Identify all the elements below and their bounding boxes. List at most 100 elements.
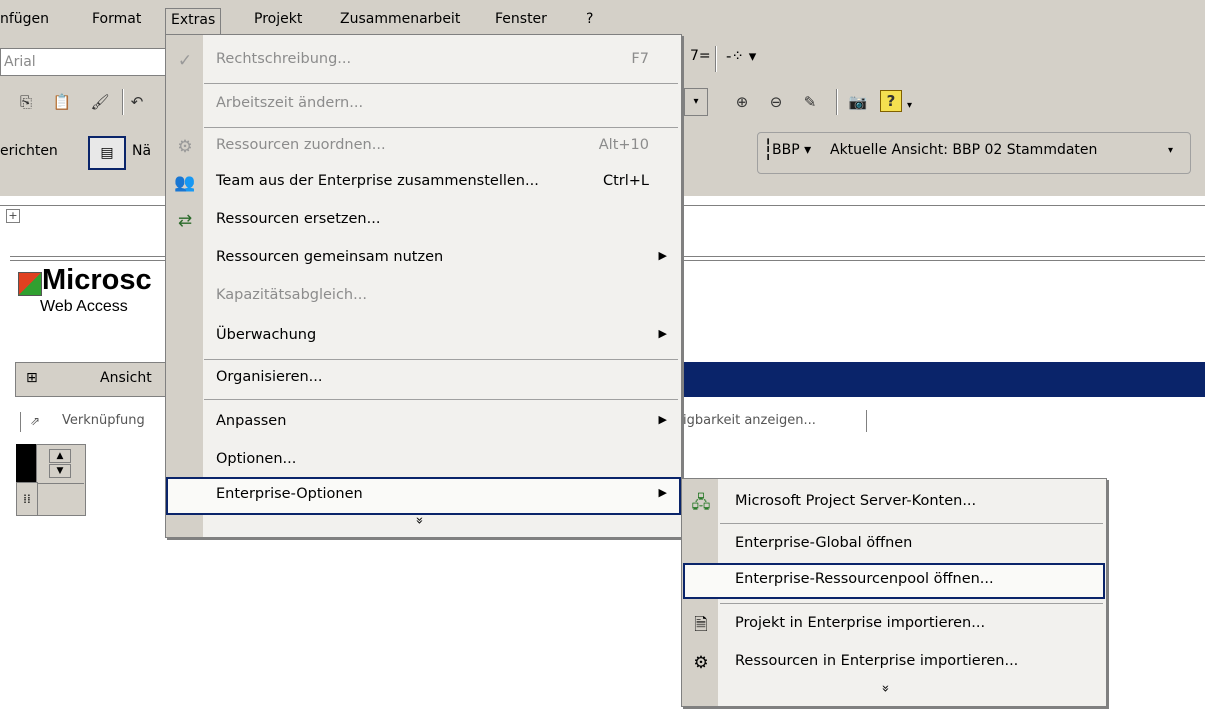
split-handle-icon[interactable]: ⁞⁞ xyxy=(16,482,38,516)
menu-separator xyxy=(720,523,1103,524)
menu-item-anpassen[interactable]: Anpassen ▶ xyxy=(166,403,681,443)
submenu-arrow-icon: ▶ xyxy=(658,249,667,262)
menu-item-arbeitszeit[interactable]: Arbeitszeit ändern... xyxy=(166,85,681,125)
menu-item-label: Enterprise-Global öffnen xyxy=(735,535,913,551)
view-header-left: ⊞ Ansicht xyxy=(15,362,167,397)
logo-subtitle: Web Access xyxy=(40,298,128,315)
menu-projekt[interactable]: Projekt xyxy=(254,8,302,30)
outline-icon[interactable]: -⁘ ▾ xyxy=(726,47,756,65)
dropdown-arrow-icon[interactable]: ▾ xyxy=(684,88,708,116)
help-icon[interactable]: ? xyxy=(880,90,902,112)
menu-format[interactable]: Format xyxy=(92,8,141,30)
copy-icon[interactable]: ⎘ xyxy=(14,90,38,114)
menu-item-label: Rechtschreibung... xyxy=(216,51,352,67)
menu-item-ressourcen-ersetzen[interactable]: ⇄ Ressourcen ersetzen... xyxy=(166,201,681,241)
menu-fenster[interactable]: Fenster xyxy=(495,8,547,30)
build-team-icon: 👥 xyxy=(174,173,196,193)
menu-item-enterprise-global[interactable]: Enterprise-Global öffnen xyxy=(682,525,1106,565)
scroll-widget[interactable]: ▲ ▼ xyxy=(36,444,86,516)
menu-help[interactable]: ? xyxy=(586,8,593,30)
menu-item-label: Überwachung xyxy=(216,327,317,343)
menu-item-organisieren[interactable]: Organisieren... xyxy=(166,359,681,399)
submenu-arrow-icon: ▶ xyxy=(658,413,667,426)
menu-item-label: Optionen... xyxy=(216,451,297,467)
font-name-box[interactable]: Arial xyxy=(0,48,175,76)
divider xyxy=(20,412,21,432)
availability-link[interactable]: igbarkeit anzeigen... xyxy=(683,413,816,428)
menu-item-ueberwachung[interactable]: Überwachung ▶ xyxy=(166,317,681,357)
submenu-arrow-icon: ▶ xyxy=(658,486,667,499)
menu-extras[interactable]: Extras xyxy=(165,8,222,35)
import-resources-icon: ⚙ xyxy=(693,653,709,673)
format-painter-icon[interactable]: 🖌 xyxy=(88,90,112,114)
menu-item-projekt-importieren[interactable]: 🗎 Projekt in Enterprise importieren... xyxy=(682,605,1106,645)
undo-icon[interactable]: ↶ xyxy=(128,90,146,114)
server-accounts-icon: 🖧 xyxy=(691,493,711,513)
menu-item-team-zusammenstellen[interactable]: 👥 Team aus der Enterprise zusammenstelle… xyxy=(166,163,681,203)
view-label: erichten xyxy=(0,143,58,159)
toolbar-options-icon[interactable]: ▾ xyxy=(1168,145,1173,156)
align-icon[interactable]: 7= xyxy=(690,48,711,64)
menu-item-label: Team aus der Enterprise zusammenstellen.… xyxy=(216,173,539,189)
menu-item-label: Microsoft Project Server-Konten... xyxy=(735,493,977,509)
menu-separator xyxy=(204,83,678,84)
view-bar-icon[interactable]: ▤ xyxy=(88,136,126,170)
menu-item-ressourcen-gemeinsam[interactable]: Ressourcen gemeinsam nutzen ▶ xyxy=(166,239,681,279)
menu-item-ressourcenpool[interactable]: Enterprise-Ressourcenpool öffnen... xyxy=(683,563,1105,599)
submenu-arrow-icon: ▶ xyxy=(658,327,667,340)
menu-item-label: Ressourcen ersetzen... xyxy=(216,211,381,227)
menu-item-label: Kapazitätsabgleich... xyxy=(216,287,367,303)
divider xyxy=(37,483,84,484)
expand-view-icon[interactable]: ⊞ xyxy=(26,370,38,386)
menu-item-optionen[interactable]: Optionen... xyxy=(166,441,681,481)
menu-item-enterprise-optionen[interactable]: Enterprise-Optionen ▶ xyxy=(166,477,681,515)
menu-item-label: Ressourcen zuordnen... xyxy=(216,137,386,153)
menu-item-label: Organisieren... xyxy=(216,369,323,385)
menu-item-rechtschreibung[interactable]: ✓ Rechtschreibung... F7 xyxy=(166,41,681,81)
spellcheck-icon: ✓ xyxy=(177,51,193,71)
bbp-dropdown[interactable]: BBP ▾ xyxy=(772,142,811,158)
import-project-icon: 🗎 xyxy=(694,615,708,635)
grip-icon: ┆ xyxy=(762,137,774,161)
menu-item-ressourcen-importieren[interactable]: ⚙ Ressourcen in Enterprise importieren..… xyxy=(682,643,1106,683)
zoom-in-icon[interactable]: ⊕ xyxy=(730,90,754,114)
scroll-down-icon[interactable]: ▼ xyxy=(49,464,71,478)
paste-icon[interactable]: 📋 xyxy=(50,90,74,114)
expand-menu-icon[interactable]: » xyxy=(412,514,427,528)
menu-item-shortcut: Ctrl+L xyxy=(602,173,649,189)
menu-item-label: Ressourcen in Enterprise importieren... xyxy=(735,653,1019,669)
menu-item-label: Enterprise-Ressourcenpool öffnen... xyxy=(735,571,994,587)
menu-bar: nfügen Format Extras Projekt Zusammenarb… xyxy=(0,0,1205,36)
scroll-track xyxy=(16,444,36,482)
menu-separator xyxy=(720,603,1103,604)
view-header-title: Ansicht xyxy=(100,370,152,386)
menu-zusammenarbeit[interactable]: Zusammenarbeit xyxy=(340,8,460,30)
ms-logo-icon xyxy=(18,272,42,296)
menu-item-label: Arbeitszeit ändern... xyxy=(216,95,364,111)
toolbar-separator xyxy=(715,46,717,72)
toolbar-separator xyxy=(122,89,124,115)
copy-picture-icon[interactable]: 📷 xyxy=(846,90,870,114)
logo-title: Microsc xyxy=(42,264,152,296)
zoom-out-icon[interactable]: ⊖ xyxy=(764,90,788,114)
menu-item-kapazitaetsabgleich[interactable]: Kapazitätsabgleich... xyxy=(166,277,681,317)
links-left[interactable]: Verknüpfung xyxy=(62,413,145,428)
current-view-bar: ┆ BBP ▾ Aktuelle Ansicht: BBP 02 Stammda… xyxy=(757,132,1191,174)
replace-resources-icon: ⇄ xyxy=(177,211,193,231)
toolbar-options-icon[interactable]: ▾ xyxy=(907,100,912,111)
menu-item-shortcut: F7 xyxy=(631,51,649,67)
expand-submenu-icon[interactable]: » xyxy=(878,682,893,696)
gantt-wizard-icon[interactable]: ✎ xyxy=(798,90,822,114)
menu-item-ressourcen-zuordnen[interactable]: ⚙ Ressourcen zuordnen... Alt+10 xyxy=(166,127,681,167)
extras-menu: ✓ Rechtschreibung... F7 Arbeitszeit ände… xyxy=(165,34,682,538)
menu-item-server-konten[interactable]: 🖧 Microsoft Project Server-Konten... xyxy=(682,483,1106,523)
menu-separator xyxy=(204,399,678,400)
menu-item-label: Ressourcen gemeinsam nutzen xyxy=(216,249,444,265)
expand-icon[interactable]: + xyxy=(6,209,20,223)
menu-item-label: Enterprise-Optionen xyxy=(216,486,363,502)
scroll-up-icon[interactable]: ▲ xyxy=(49,449,71,463)
toolbar-separator xyxy=(836,89,838,115)
menu-einfuegen[interactable]: nfügen xyxy=(0,8,49,30)
view-label-next: Nä xyxy=(132,143,152,159)
divider xyxy=(866,410,867,432)
